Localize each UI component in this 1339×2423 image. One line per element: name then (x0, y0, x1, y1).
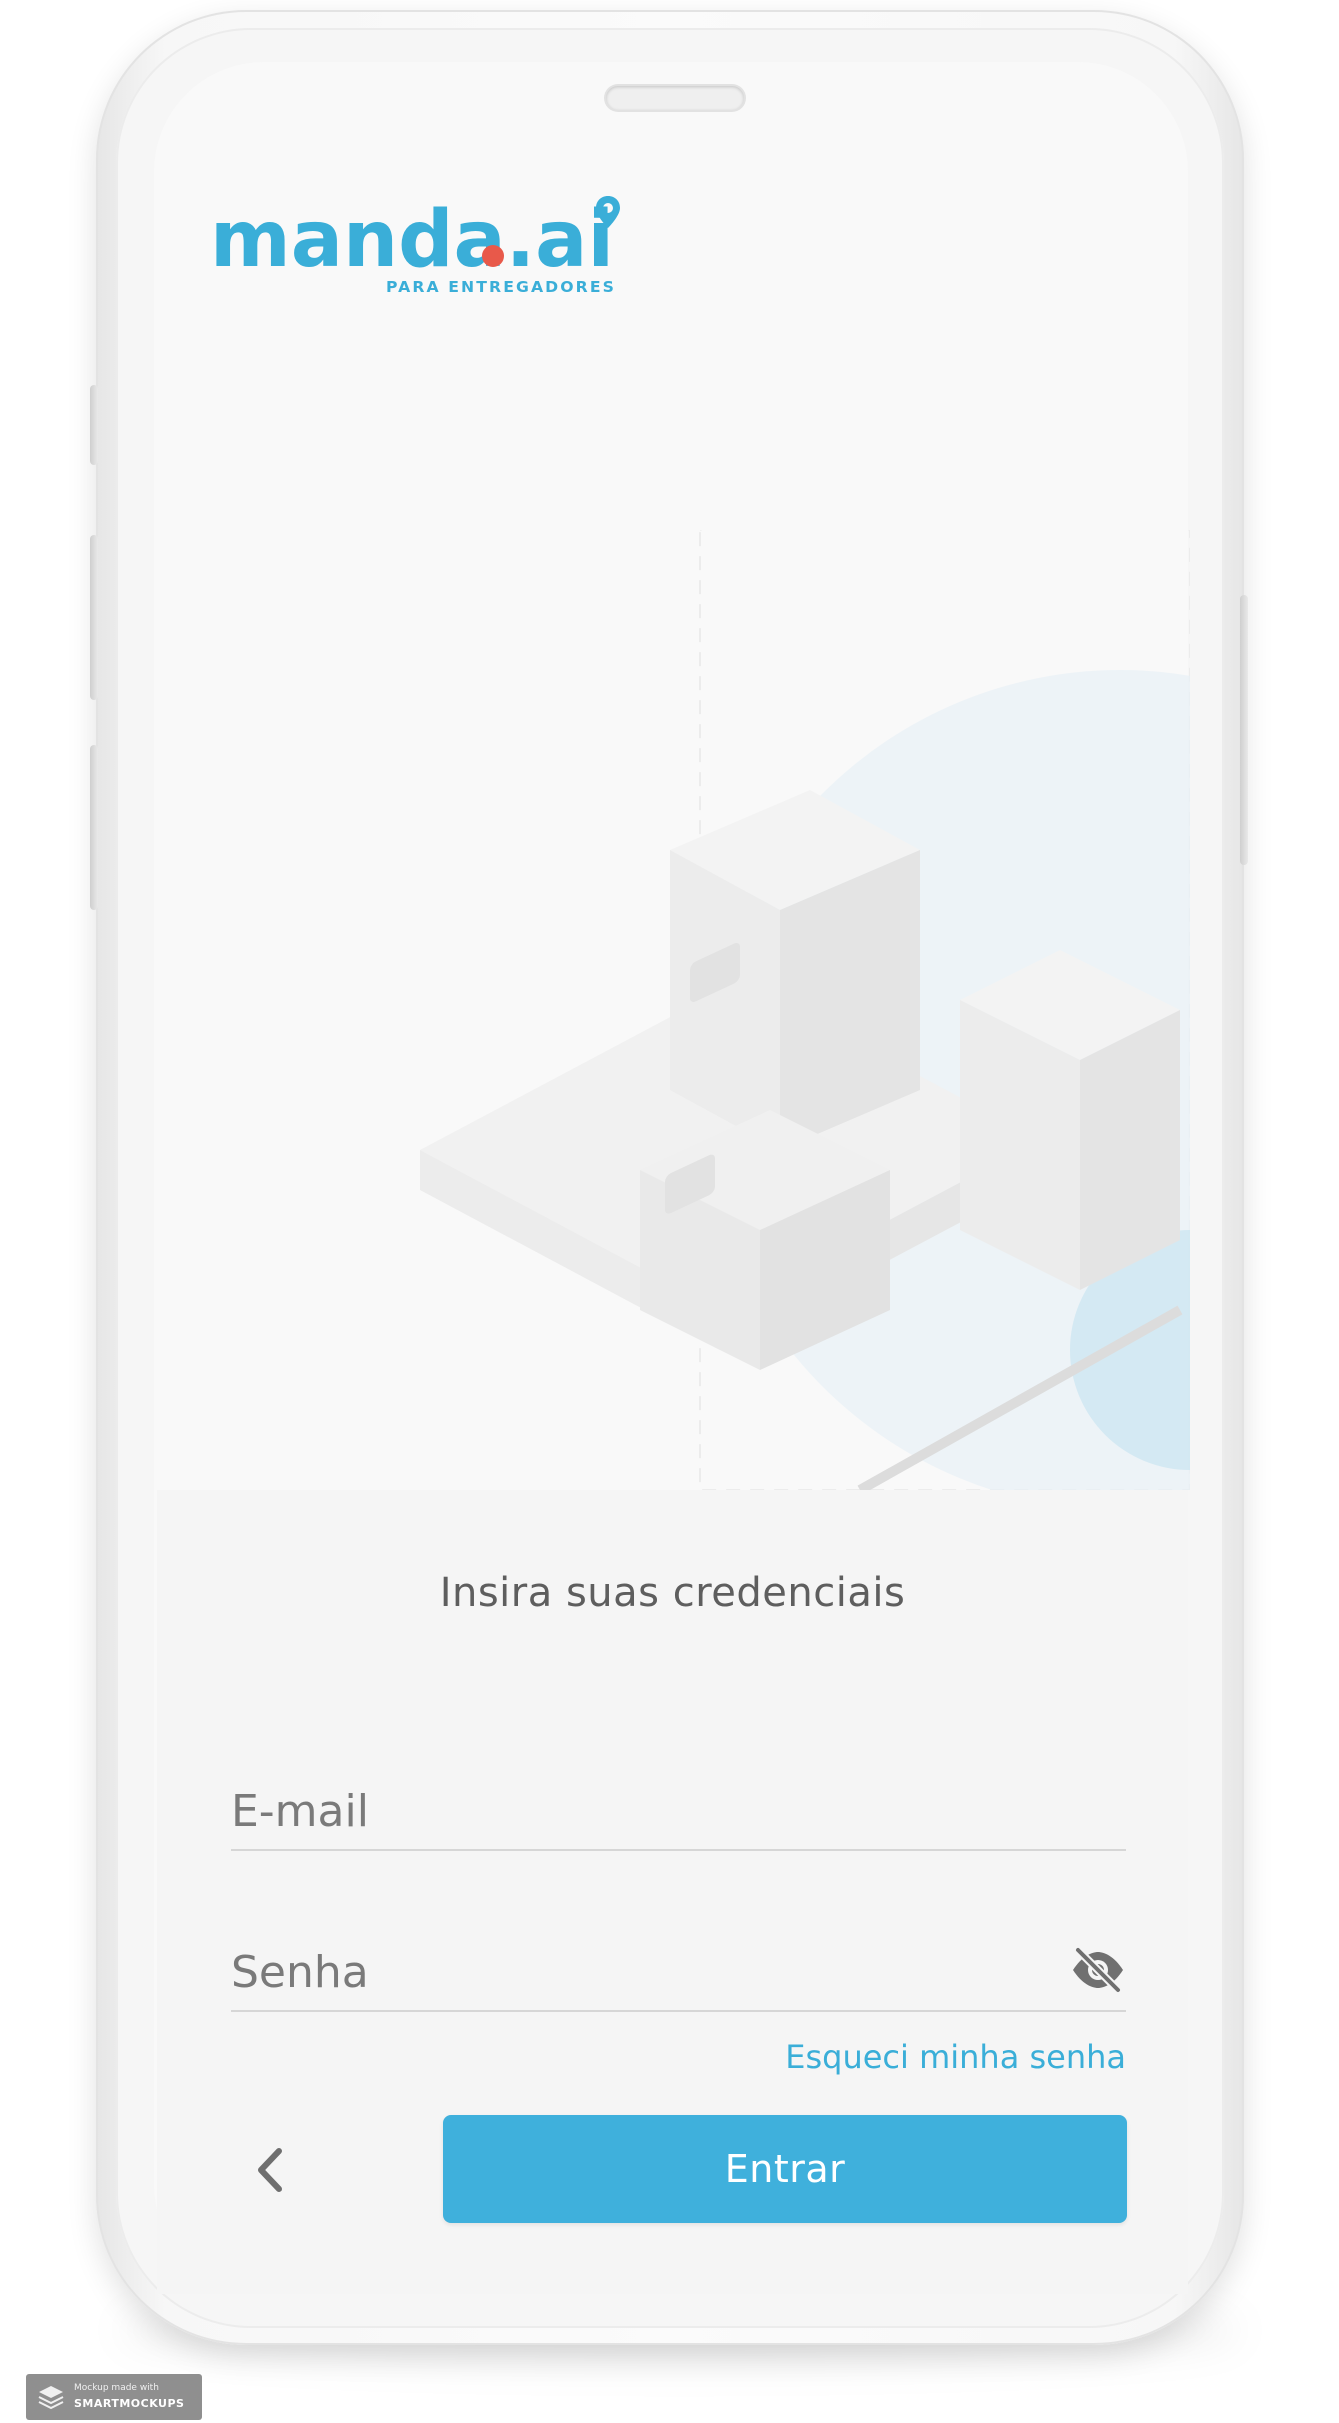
logo-wordmark: manda.ai (210, 195, 614, 285)
eye-off-icon[interactable] (1070, 1946, 1126, 1994)
smartmockups-watermark: Mockup made with SMARTMOCKUPS (26, 2374, 202, 2420)
watermark-line1: Mockup made with (74, 2383, 159, 2393)
email-input[interactable] (231, 1786, 1051, 1837)
login-submit-button[interactable]: Entrar (443, 2115, 1127, 2223)
speaker-grille (606, 86, 744, 110)
email-field (231, 1769, 1126, 1851)
app-logo: manda.ai PARA ENTREGADORES (210, 195, 620, 296)
side-button-mute (90, 385, 98, 465)
password-field (231, 1930, 1126, 2012)
logo-dot (482, 245, 504, 267)
chevron-left-icon (258, 2148, 282, 2192)
side-button-volume-up (90, 535, 98, 700)
forgot-password-link[interactable]: Esqueci minha senha (700, 2038, 1126, 2076)
delivery-boxes-illustration (420, 530, 1190, 1490)
password-input[interactable] (231, 1947, 1051, 1998)
back-button[interactable] (240, 2140, 300, 2200)
logo-tagline: PARA ENTREGADORES (386, 278, 616, 296)
watermark-line2: SMARTMOCKUPS (74, 2397, 185, 2410)
side-button-power (1240, 595, 1248, 865)
side-button-volume-down (90, 745, 98, 910)
login-heading: Insira suas credenciais (439, 1570, 906, 1616)
layers-icon (38, 2386, 64, 2409)
